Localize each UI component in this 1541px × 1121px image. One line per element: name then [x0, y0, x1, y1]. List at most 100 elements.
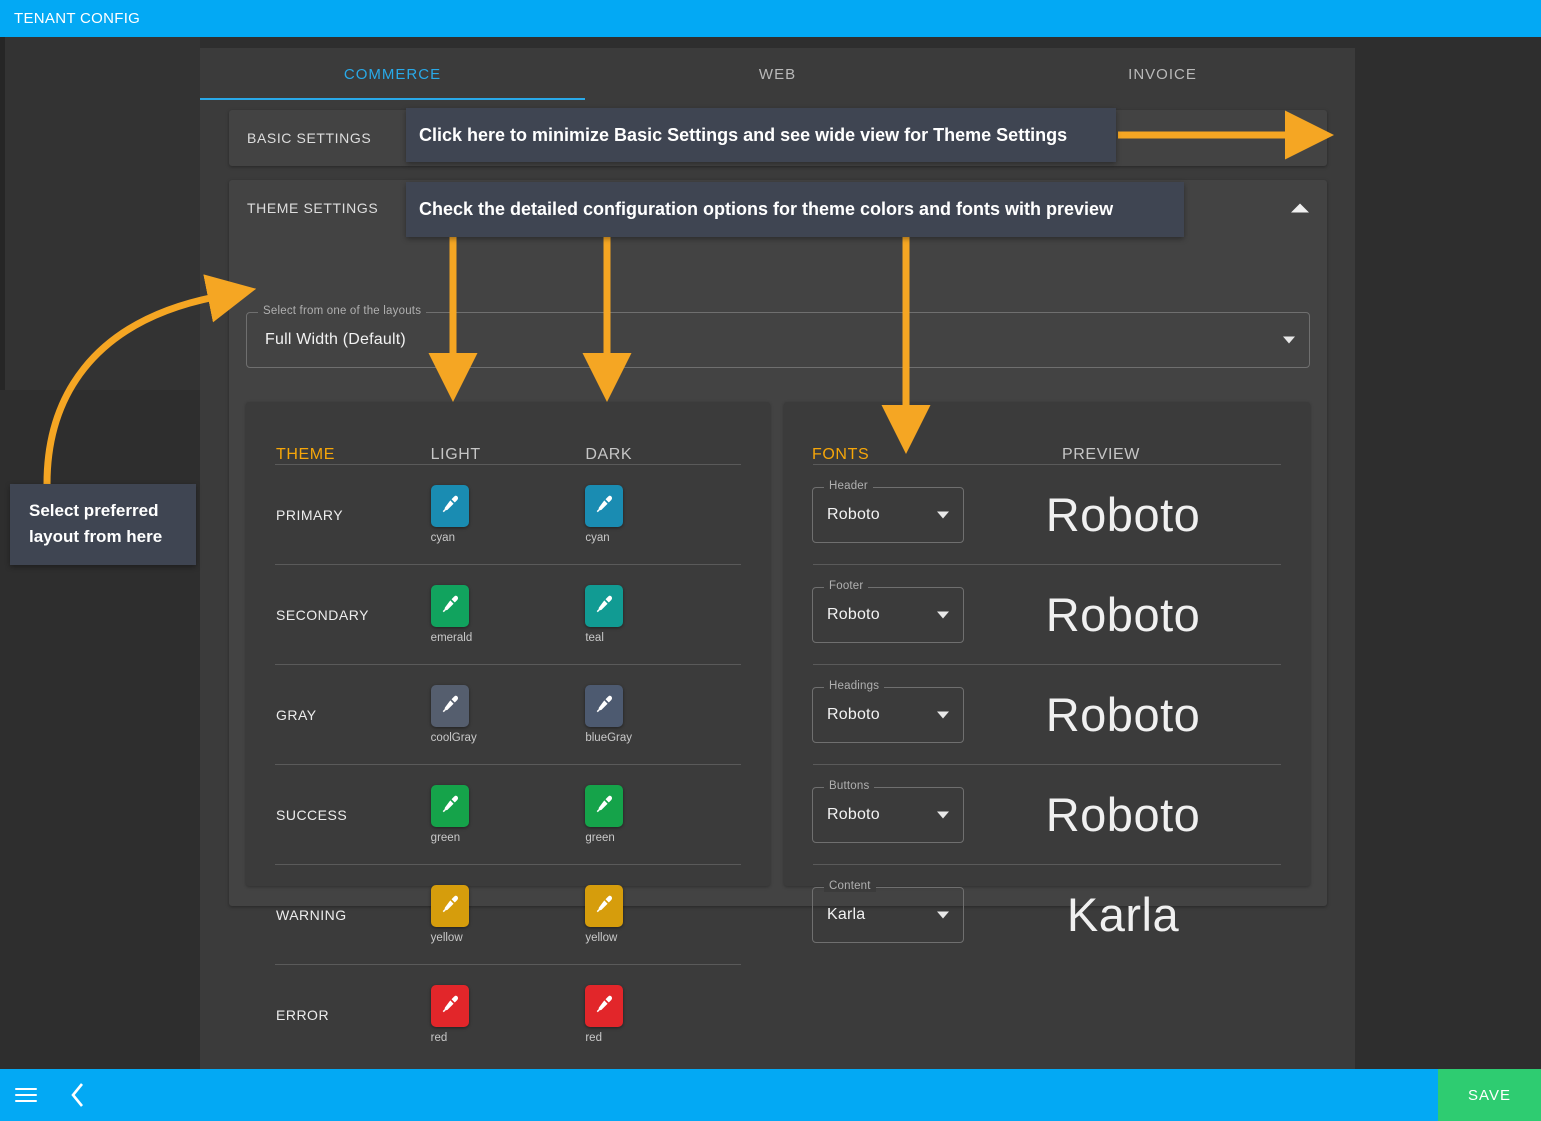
table-row: Headings Roboto Roboto — [784, 665, 1310, 764]
tenant-config-screen: TENANT CONFIG COMMERCE WEB INVOICE BASIC… — [0, 0, 1541, 1121]
eyedropper-icon — [442, 995, 458, 1013]
swatch-name-primary-dark: cyan — [585, 532, 610, 544]
color-swatch-success-light[interactable] — [430, 785, 469, 827]
row-label-secondary: SECONDARY — [276, 606, 369, 623]
theme-column-header: THEME — [276, 446, 335, 463]
swatch-name-secondary-light: emerald — [430, 632, 473, 644]
layout-select-legend: Select from one of the layouts — [258, 305, 427, 317]
font-select-buttons-value: Roboto — [827, 805, 880, 823]
table-row: ERROR red red — [246, 965, 770, 1064]
font-select-buttons[interactable]: Buttons Roboto — [812, 779, 964, 843]
card-bottom-strip — [200, 1061, 1355, 1069]
font-preview-buttons: Roboto — [1045, 788, 1201, 841]
chevron-down-icon[interactable] — [937, 511, 949, 518]
font-select-header[interactable]: Header Roboto — [812, 479, 964, 543]
light-column-header: LIGHT — [430, 446, 481, 463]
color-swatch-warning-dark[interactable] — [585, 885, 624, 927]
chevron-down-icon[interactable] — [1291, 133, 1309, 143]
swatch-cell-primary-light: cyan — [430, 485, 586, 544]
swatch-cell-success-dark: green — [585, 785, 740, 844]
layout-select-value: Full Width (Default) — [265, 331, 406, 348]
fonts-column-header: FONTS — [812, 446, 870, 463]
swatch-cell-secondary-dark: teal — [585, 585, 740, 644]
font-select-headings-value: Roboto — [827, 705, 880, 723]
tab-web[interactable]: WEB — [585, 48, 970, 100]
color-swatch-gray-dark[interactable] — [585, 685, 624, 727]
row-label-error: ERROR — [276, 1006, 330, 1023]
swatch-name-gray-dark: blueGray — [585, 732, 633, 744]
color-swatch-primary-light[interactable] — [430, 485, 469, 527]
dark-column-header: DARK — [585, 446, 633, 463]
swatch-name-error-dark: red — [585, 1032, 602, 1044]
eyedropper-icon — [442, 495, 458, 513]
table-row: Buttons Roboto Roboto — [784, 765, 1310, 864]
swatch-name-success-dark: green — [585, 832, 615, 844]
accordion-theme-title: THEME SETTINGS — [247, 200, 379, 216]
color-swatch-gray-light[interactable] — [430, 685, 469, 727]
fonts-table-header: FONTS PREVIEW — [784, 402, 1310, 464]
swatch-name-primary-light: cyan — [430, 532, 455, 544]
font-preview-headings: Roboto — [1045, 688, 1201, 741]
swatch-name-success-light: green — [430, 832, 461, 844]
chevron-down-icon[interactable] — [937, 611, 949, 618]
hamburger-menu-icon[interactable] — [0, 1084, 52, 1106]
swatch-name-gray-light: coolGray — [430, 732, 477, 744]
swatch-name-error-light: red — [430, 1032, 448, 1044]
color-swatch-warning-light[interactable] — [430, 885, 469, 927]
swatch-cell-error-light: red — [430, 985, 586, 1044]
font-select-content[interactable]: Content Karla — [812, 879, 964, 943]
font-select-footer-legend: Footer — [824, 579, 869, 592]
callout-layout-select: Select preferred layout from here — [10, 484, 196, 565]
font-preview-header: Roboto — [1045, 488, 1201, 541]
color-swatch-error-light[interactable] — [430, 985, 469, 1027]
chevron-up-icon[interactable] — [1291, 203, 1309, 213]
row-label-primary: PRIMARY — [276, 506, 344, 523]
tab-invoice[interactable]: INVOICE — [970, 48, 1355, 100]
tab-bar: COMMERCE WEB INVOICE — [200, 48, 1355, 100]
callout-basic-settings: Click here to minimize Basic Settings an… — [406, 108, 1116, 162]
accordion-theme-settings: THEME SETTINGS Select from one of the la… — [229, 180, 1327, 1044]
row-label-warning: WARNING — [276, 906, 347, 923]
save-button[interactable]: SAVE — [1438, 1069, 1541, 1121]
callout-theme-text: Check the detailed configuration options… — [419, 199, 1114, 219]
bottom-app-bar: SAVE — [0, 1069, 1541, 1121]
chevron-down-icon[interactable] — [937, 911, 949, 918]
callout-theme-settings: Check the detailed configuration options… — [406, 182, 1184, 237]
color-swatch-success-dark[interactable] — [585, 785, 624, 827]
font-select-footer[interactable]: Footer Roboto — [812, 579, 964, 643]
color-swatch-primary-dark[interactable] — [585, 485, 624, 527]
swatch-name-warning-dark: yellow — [585, 932, 618, 944]
color-swatch-secondary-light[interactable] — [430, 585, 469, 627]
callout-basic-text: Click here to minimize Basic Settings an… — [419, 124, 1068, 145]
layout-select[interactable]: Select from one of the layouts Full Widt… — [246, 305, 1310, 368]
left-side-panel — [5, 37, 200, 390]
color-swatch-secondary-dark[interactable] — [585, 585, 624, 627]
row-label-success: SUCCESS — [276, 806, 348, 823]
chevron-down-icon[interactable] — [937, 811, 949, 818]
swatch-cell-error-dark: red — [585, 985, 740, 1044]
swatch-cell-warning-light: yellow — [430, 885, 586, 944]
font-select-buttons-legend: Buttons — [824, 779, 875, 792]
table-row: WARNING yellow yellow — [246, 865, 770, 964]
chevron-down-icon[interactable] — [1283, 336, 1295, 344]
table-row: SECONDARY emerald teal — [246, 565, 770, 664]
color-swatch-error-dark[interactable] — [585, 985, 624, 1027]
table-row: Content Karla Karla — [784, 865, 1310, 964]
eyedropper-icon — [442, 795, 458, 813]
eyedropper-icon — [597, 795, 613, 813]
eyedropper-icon — [597, 495, 613, 513]
swatch-cell-warning-dark: yellow — [585, 885, 740, 944]
font-select-content-value: Karla — [827, 905, 866, 923]
chevron-left-icon[interactable] — [52, 1082, 104, 1108]
fonts-card: FONTS PREVIEW Header Roboto Roboto Foote… — [784, 402, 1310, 943]
table-row: Footer Roboto Roboto — [784, 565, 1310, 664]
eyedropper-icon — [597, 995, 613, 1013]
theme-colors-card: THEME LIGHT DARK PRIMARY cyan cyan SECON… — [246, 402, 770, 1044]
chevron-down-icon[interactable] — [937, 711, 949, 718]
callout-layout-line1: Select preferred — [29, 501, 159, 520]
font-select-headings[interactable]: Headings Roboto — [812, 679, 964, 743]
eyedropper-icon — [442, 895, 458, 913]
swatch-name-secondary-dark: teal — [585, 632, 604, 644]
page-title: TENANT CONFIG — [14, 10, 141, 27]
tab-commerce[interactable]: COMMERCE — [200, 48, 585, 100]
